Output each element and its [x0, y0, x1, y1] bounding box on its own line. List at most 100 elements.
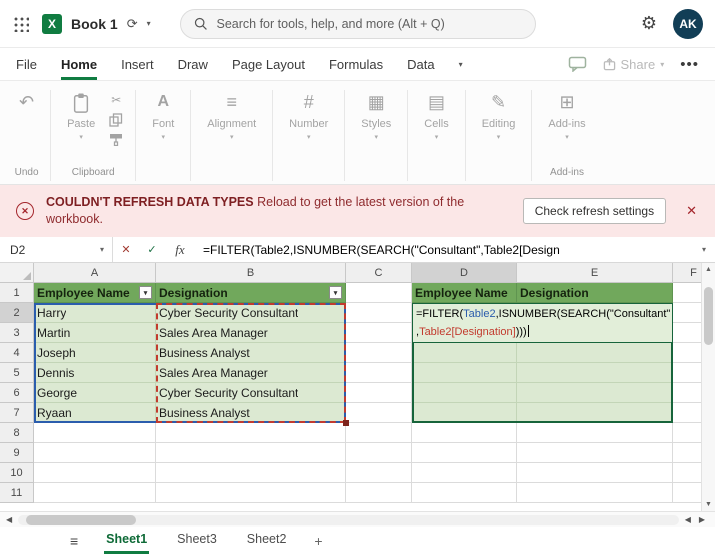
cell-B8[interactable] — [156, 423, 346, 443]
cell-E5[interactable] — [517, 363, 673, 383]
menu-data[interactable]: Data — [407, 48, 434, 80]
banner-close-icon[interactable]: ✕ — [678, 203, 703, 219]
ribbon-overflow-icon[interactable]: ••• — [680, 56, 699, 73]
menu-draw[interactable]: Draw — [178, 48, 208, 80]
row-header-10[interactable]: 10 — [0, 463, 34, 483]
settings-gear-icon[interactable]: ⚙ — [641, 13, 657, 34]
cell-B6[interactable]: Cyber Security Consultant — [156, 383, 346, 403]
cell-A3[interactable]: Martin — [34, 323, 156, 343]
cell-C2[interactable] — [346, 303, 412, 323]
cell-B10[interactable] — [156, 463, 346, 483]
column-header-B[interactable]: B — [156, 263, 346, 283]
column-header-C[interactable]: C — [346, 263, 412, 283]
row-header-3[interactable]: 3 — [0, 323, 34, 343]
app-launcher-icon[interactable] — [12, 15, 29, 32]
column-header-A[interactable]: A — [34, 263, 156, 283]
horizontal-scroll-track[interactable] — [18, 514, 679, 525]
styles-button[interactable]: ▦ Styles ▾ — [352, 89, 400, 143]
insert-function-icon[interactable]: fx — [165, 242, 195, 258]
cell-B1[interactable]: Designation ▾ — [156, 283, 346, 303]
cell-A10[interactable] — [34, 463, 156, 483]
cell-C3[interactable] — [346, 323, 412, 343]
row-header-9[interactable]: 9 — [0, 443, 34, 463]
column-header-D[interactable]: D — [412, 263, 517, 283]
tab-sheet2[interactable]: Sheet2 — [245, 527, 289, 554]
excel-logo-icon[interactable]: X — [42, 13, 62, 34]
tab-sheet3[interactable]: Sheet3 — [175, 527, 219, 554]
saved-status-icon[interactable]: ⟳ — [127, 16, 138, 32]
cell-A8[interactable] — [34, 423, 156, 443]
cell-B5[interactable]: Sales Area Manager — [156, 363, 346, 383]
cell-A7[interactable]: Ryaan — [34, 403, 156, 423]
scroll-down-icon[interactable]: ▼ — [705, 501, 712, 508]
menu-insert[interactable]: Insert — [121, 48, 154, 80]
cell-A2[interactable]: Harry — [34, 303, 156, 323]
cell-B9[interactable] — [156, 443, 346, 463]
cell-E6[interactable] — [517, 383, 673, 403]
filter-dropdown-icon[interactable]: ▾ — [329, 286, 342, 299]
cut-icon[interactable]: ✂ — [111, 93, 121, 107]
add-sheet-icon[interactable]: + — [314, 527, 322, 554]
cell-C5[interactable] — [346, 363, 412, 383]
menu-file[interactable]: File — [16, 48, 37, 80]
name-box[interactable]: D2 ▾ — [0, 237, 112, 262]
vertical-scrollbar[interactable]: ▲ ▼ — [701, 263, 715, 511]
avatar[interactable]: AK — [673, 8, 703, 39]
row-header-8[interactable]: 8 — [0, 423, 34, 443]
row-header-7[interactable]: 7 — [0, 403, 34, 423]
cell-E1[interactable]: Designation — [517, 283, 673, 303]
undo-button[interactable]: ↶ — [10, 89, 43, 117]
confirm-entry-icon[interactable]: ✓ — [139, 243, 165, 256]
workbook-title[interactable]: Book 1 — [71, 16, 118, 32]
cell-E8[interactable] — [517, 423, 673, 443]
cell-D6[interactable] — [412, 383, 517, 403]
alignment-button[interactable]: ≡ Alignment ▾ — [198, 89, 265, 143]
cell-E4[interactable] — [517, 343, 673, 363]
cell-C1[interactable] — [346, 283, 412, 303]
menu-home[interactable]: Home — [60, 48, 98, 80]
addins-button[interactable]: ⊞ Add-ins ▾ — [539, 89, 594, 143]
cell-D8[interactable] — [412, 423, 517, 443]
formula-input[interactable]: =FILTER(Table2,ISNUMBER(SEARCH("Consulta… — [195, 243, 693, 257]
name-box-chevron-icon[interactable]: ▾ — [100, 245, 104, 254]
row-header-5[interactable]: 5 — [0, 363, 34, 383]
cell-A9[interactable] — [34, 443, 156, 463]
number-button[interactable]: # Number ▾ — [280, 89, 337, 143]
cell-B3[interactable]: Sales Area Manager — [156, 323, 346, 343]
cell-D4[interactable] — [412, 343, 517, 363]
row-header-2[interactable]: 2 — [0, 303, 34, 323]
horizontal-scrollbar[interactable]: ◀ ◀ ▶ — [0, 511, 715, 527]
cell-A4[interactable]: Joseph — [34, 343, 156, 363]
cell-C11[interactable] — [346, 483, 412, 503]
menu-formulas[interactable]: Formulas — [329, 48, 383, 80]
select-all-corner[interactable] — [0, 263, 34, 283]
cell-C4[interactable] — [346, 343, 412, 363]
editing-button[interactable]: ✎ Editing ▾ — [473, 89, 525, 143]
formula-editing-cell[interactable]: =FILTER(Table2,ISNUMBER(SEARCH("Consulta… — [412, 303, 673, 343]
cell-D1[interactable]: Employee Name — [412, 283, 517, 303]
menu-overflow-chevron-icon[interactable]: ▾ — [459, 48, 463, 80]
cell-A11[interactable] — [34, 483, 156, 503]
cell-E10[interactable] — [517, 463, 673, 483]
title-chevron-icon[interactable]: ▾ — [147, 19, 151, 28]
cell-D9[interactable] — [412, 443, 517, 463]
cell-C6[interactable] — [346, 383, 412, 403]
horizontal-scroll-thumb[interactable] — [26, 514, 137, 525]
vertical-scroll-thumb[interactable] — [704, 287, 713, 345]
check-refresh-settings-button[interactable]: Check refresh settings — [522, 198, 667, 224]
paste-button[interactable]: Paste ▾ — [58, 89, 104, 143]
cell-B7[interactable]: Business Analyst — [156, 403, 346, 423]
tab-sheet1[interactable]: Sheet1 — [104, 527, 150, 554]
cell-B2[interactable]: Cyber Security Consultant — [156, 303, 346, 323]
row-header-4[interactable]: 4 — [0, 343, 34, 363]
share-button[interactable]: Share ▾ — [603, 57, 664, 72]
cell-A1[interactable]: Employee Name ▾ — [34, 283, 156, 303]
cell-C10[interactable] — [346, 463, 412, 483]
font-button[interactable]: A Font ▾ — [143, 89, 183, 143]
search-bar[interactable]: Search for tools, help, and more (Alt + … — [179, 8, 536, 39]
cell-D7[interactable] — [412, 403, 517, 423]
cell-C9[interactable] — [346, 443, 412, 463]
cell-E7[interactable] — [517, 403, 673, 423]
scroll-left-icon[interactable]: ◀ — [6, 515, 12, 524]
cell-E11[interactable] — [517, 483, 673, 503]
